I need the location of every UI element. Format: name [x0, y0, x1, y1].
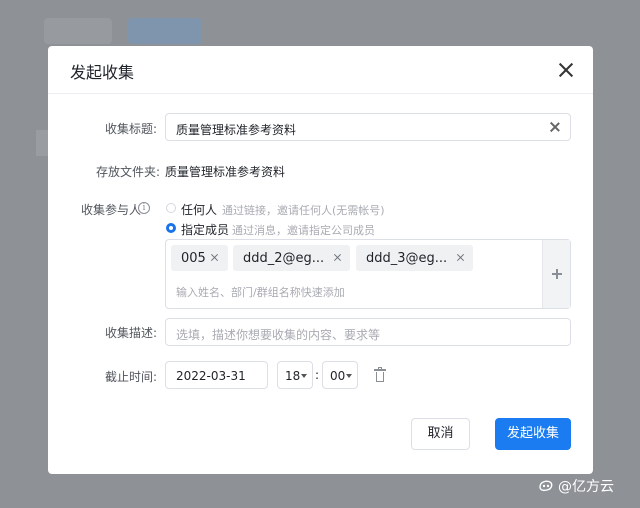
option-members-hint: 通过消息，邀请指定公司成员: [232, 224, 375, 237]
tag-remove-icon[interactable]: [210, 253, 219, 262]
dialog-header: 发起收集: [48, 46, 593, 94]
option-anyone-label[interactable]: 任何人: [181, 201, 217, 218]
clear-icon[interactable]: [549, 121, 561, 133]
participants-label: 收集参与人: [81, 203, 142, 217]
add-member-button[interactable]: [542, 240, 570, 308]
members-search-placeholder[interactable]: 输入姓名、部门/群组名称快速添加: [176, 284, 345, 300]
deadline-label: 截止时间:: [105, 370, 158, 384]
option-anyone-hint: 通过链接，邀请任何人(无需帐号): [222, 204, 385, 217]
minute-select[interactable]: 00: [322, 361, 358, 389]
watermark-text: @亿方云: [558, 479, 614, 495]
background-element: [36, 130, 48, 156]
radio-specified-members[interactable]: [166, 223, 176, 233]
description-input[interactable]: 选填，描述你想要收集的内容、要求等: [165, 318, 571, 346]
folder-value: 质量管理标准参考资料: [165, 165, 286, 179]
member-tag-label: ddd_2@eg...: [243, 251, 325, 266]
member-tag: ddd_2@eg...: [233, 245, 350, 271]
description-label: 收集描述:: [105, 326, 158, 340]
cancel-button[interactable]: 取消: [411, 418, 470, 450]
info-icon[interactable]: i: [138, 202, 150, 214]
member-tag-label: ddd_3@eg...: [366, 251, 448, 266]
dialog-title: 发起收集: [70, 63, 135, 82]
title-input[interactable]: 质量管理标准参考资料: [165, 113, 571, 141]
option-members-label[interactable]: 指定成员: [181, 221, 229, 238]
time-separator: :: [315, 368, 320, 382]
folder-label: 存放文件夹:: [96, 165, 161, 179]
close-icon[interactable]: [556, 60, 576, 80]
trash-icon[interactable]: [374, 367, 386, 382]
background-button: [128, 18, 202, 44]
member-tag: 005: [171, 245, 228, 271]
logo-icon: [539, 480, 553, 492]
minute-value: 00: [330, 369, 346, 383]
hour-select[interactable]: 18: [277, 361, 313, 389]
title-input-value: 质量管理标准参考资料: [176, 123, 297, 137]
background-element: [44, 18, 112, 44]
caret-down-icon: [301, 374, 307, 378]
deadline-date-value: 2022-03-31: [176, 369, 246, 383]
tag-remove-icon[interactable]: [456, 253, 465, 262]
radio-anyone[interactable]: [166, 203, 176, 213]
submit-collection-button[interactable]: 发起收集: [495, 418, 571, 450]
title-label: 收集标题:: [105, 122, 158, 136]
start-collection-dialog: 发起收集 收集标题: 质量管理标准参考资料 存放文件夹: 质量管理标准参考资料 …: [48, 46, 593, 474]
deadline-date-picker[interactable]: 2022-03-31: [165, 361, 268, 389]
hour-value: 18: [285, 369, 301, 383]
member-tag-label: 005: [181, 251, 206, 266]
plus-icon: [552, 269, 562, 279]
caret-down-icon: [346, 374, 352, 378]
members-selector[interactable]: 005 ddd_2@eg... ddd_3@eg... 输入姓名、部门/群组名称…: [165, 239, 571, 309]
tag-remove-icon[interactable]: [333, 253, 342, 262]
description-placeholder: 选填，描述你想要收集的内容、要求等: [176, 328, 381, 342]
member-tag: ddd_3@eg...: [356, 245, 473, 271]
